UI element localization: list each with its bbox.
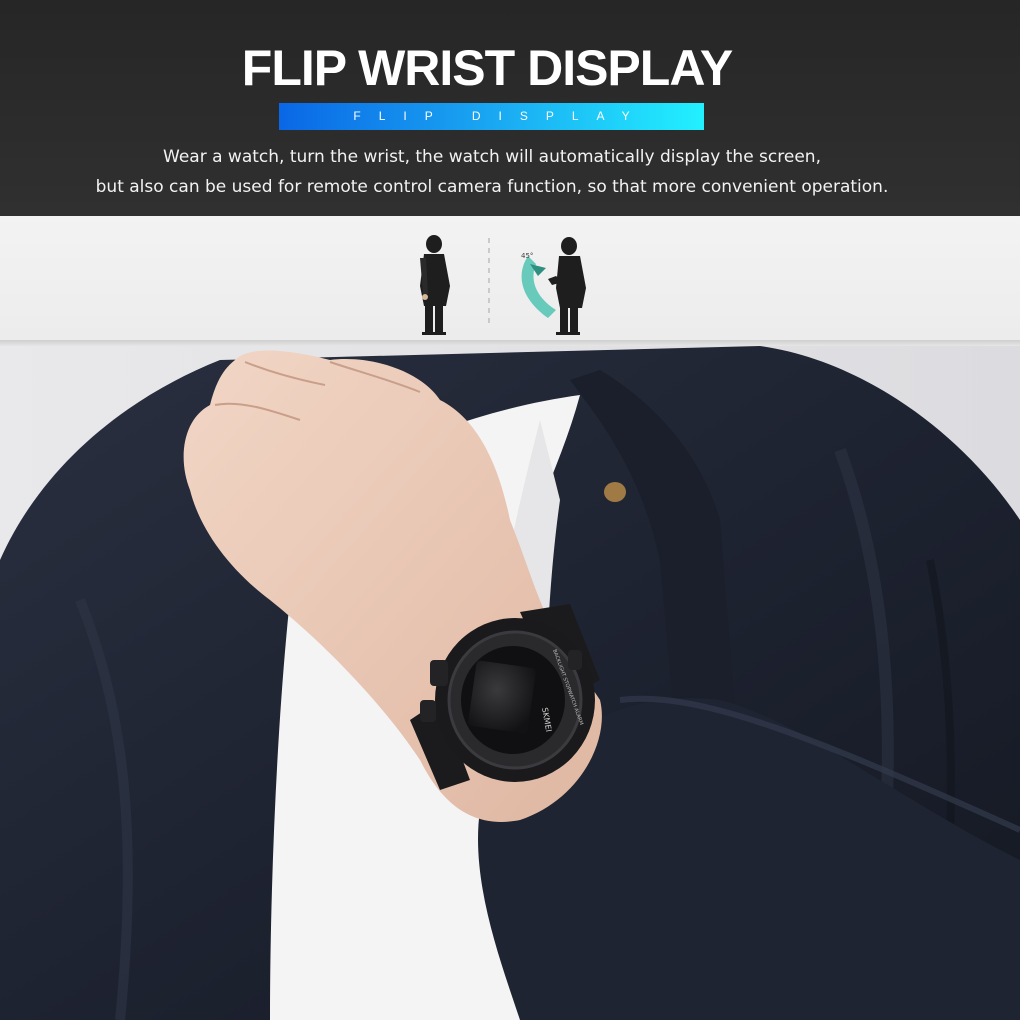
header-banner: FLIP WRIST DISPLAY FLIP DISPLAY Wear a w… <box>0 0 1020 216</box>
wrist-watch-photo: BACKLIGHT STOPWATCH ALARM SKMEI <box>0 346 1020 1020</box>
page-title: FLIP WRIST DISPLAY <box>241 40 733 96</box>
shirt-button <box>604 482 626 502</box>
description-line-2: but also can be used for remote control … <box>95 177 889 197</box>
description: Wear a watch, turn the wrist, the watch … <box>0 142 984 202</box>
subtitle-bar: FLIP DISPLAY <box>279 103 704 130</box>
flip-illustration: 45° <box>420 235 586 335</box>
illustration-strip: 45° <box>0 216 1020 340</box>
person-raising-wrist-icon <box>548 237 586 335</box>
person-standing-icon <box>420 235 450 335</box>
angle-label: 45° <box>521 252 533 260</box>
description-line-1: Wear a watch, turn the wrist, the watch … <box>163 147 821 167</box>
rotation-arrow-icon: 45° <box>521 252 556 318</box>
watch-screen <box>468 660 536 734</box>
product-photo: BACKLIGHT STOPWATCH ALARM SKMEI <box>0 346 1020 1020</box>
subtitle-text: FLIP DISPLAY <box>353 109 648 123</box>
